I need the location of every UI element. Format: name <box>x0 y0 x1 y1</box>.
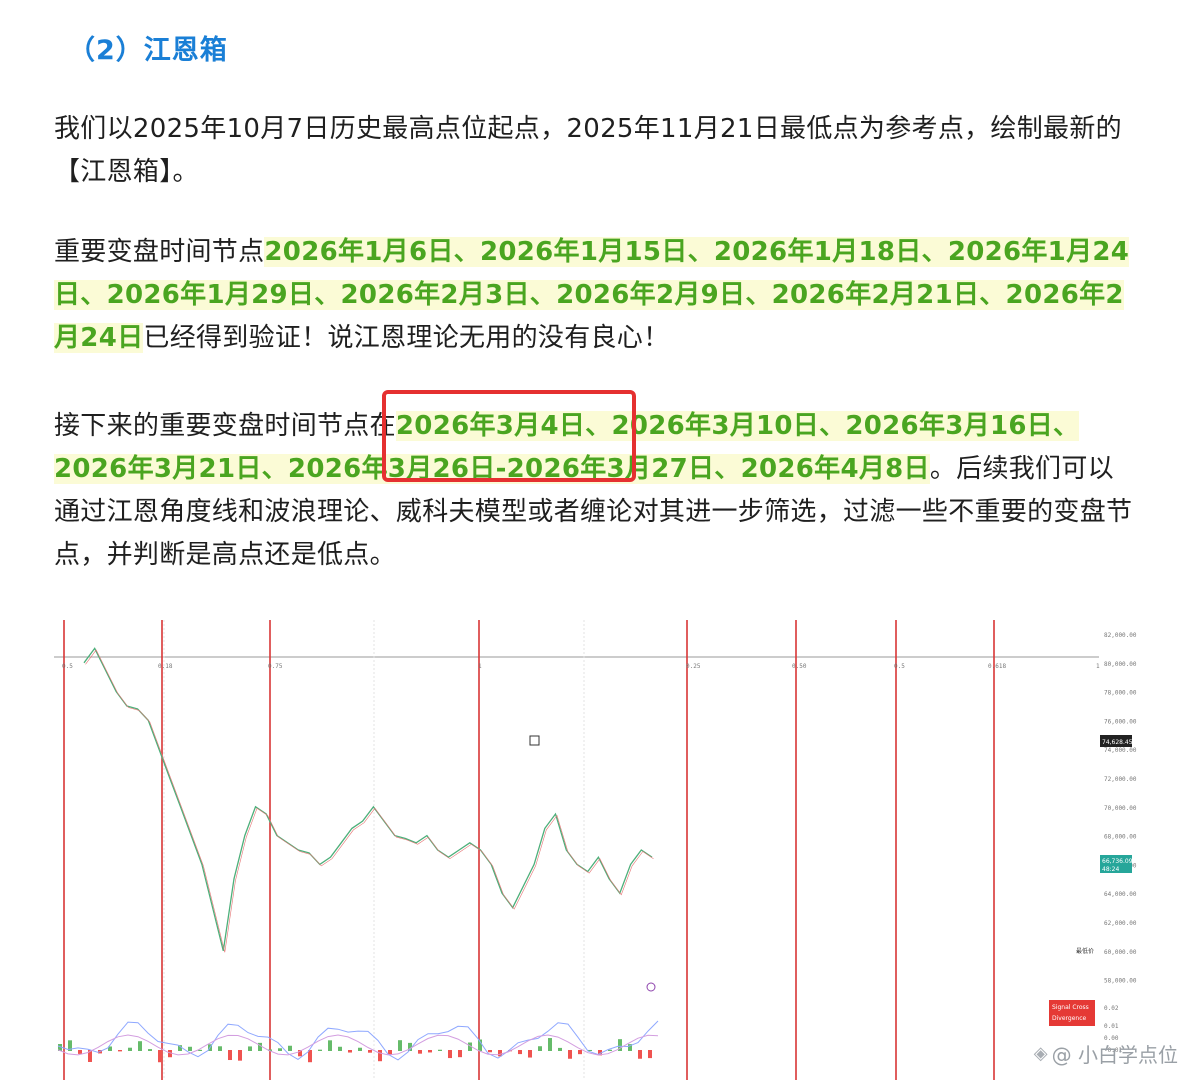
paragraph-verified-nodes: 重要变盘时间节点2026年1月6日、2026年1月15日、2026年1月18日、… <box>54 231 1134 360</box>
price-series-line <box>83 647 653 951</box>
osc-bar-47 <box>528 1050 532 1058</box>
top-scale-label-3: 1 <box>478 663 482 670</box>
y-tick-label-7: 68,000.00 <box>1104 834 1137 841</box>
current-price-sub: 48:24 <box>1102 866 1119 873</box>
osc-bar-9 <box>148 1049 152 1051</box>
osc-bar-28 <box>338 1046 342 1051</box>
y-tick-label-2: 78,000.00 <box>1104 690 1137 697</box>
osc-bar-10 <box>158 1050 162 1063</box>
upcoming-prefix: 接下来的重要变盘时间节点在 <box>54 411 396 441</box>
osc-bar-33 <box>388 1050 392 1055</box>
osc-bar-58 <box>638 1050 642 1059</box>
last-price-label: 74,628.45 <box>1102 739 1133 746</box>
paragraph-intro: 我们以2025年10月7日历史最高点位起点，2025年11月21日最低点为参考点… <box>54 114 1122 187</box>
top-scale-label-0: 0.5 <box>62 663 73 670</box>
osc-bar-18 <box>238 1050 242 1061</box>
osc-bar-13 <box>188 1046 192 1051</box>
osc-bar-39 <box>448 1050 452 1059</box>
section-heading: （2）江恩箱 <box>68 35 228 66</box>
top-scale-label-4: 0.25 <box>686 663 701 670</box>
y-tick-label-3: 76,000.00 <box>1104 718 1137 725</box>
watermark-text: @ 小白学点位 <box>1051 1043 1178 1067</box>
osc-bar-8 <box>138 1041 142 1051</box>
osc-bar-43 <box>488 1050 492 1053</box>
chart-marker-circle <box>646 982 656 992</box>
y-tick-label-6: 70,000.00 <box>1104 805 1137 812</box>
current-price-label: 66,736.09 <box>1102 858 1133 865</box>
top-scale-label-8: 1 <box>1096 663 1100 670</box>
osc-bar-16 <box>218 1046 222 1051</box>
osc-bar-30 <box>358 1047 362 1051</box>
highlight-box-annotation <box>382 390 636 482</box>
osc-bar-52 <box>578 1050 582 1055</box>
y-tick-label-1: 80,000.00 <box>1104 661 1137 668</box>
top-scale-label-2: 0.75 <box>268 663 283 670</box>
osc-bar-49 <box>548 1038 552 1051</box>
osc-bar-31 <box>368 1050 372 1053</box>
lowest-price-label: 最低价 <box>1076 947 1094 955</box>
osc-bar-48 <box>538 1046 542 1051</box>
top-scale-label-7: 0.618 <box>988 663 1006 670</box>
osc-bar-19 <box>248 1046 252 1051</box>
y-tick-label-12: 58,000.00 <box>1104 978 1137 985</box>
chart-svg: 0.5 0.18 0.75 1 0.25 0.50 0.5 0.618 1 82,000.00 80… <box>54 620 1137 1080</box>
top-scale-label-1: 0.18 <box>158 663 173 670</box>
osc-bar-46 <box>518 1050 522 1055</box>
osc-bar-26 <box>318 1049 322 1051</box>
osc-bar-7 <box>128 1047 132 1051</box>
y-tick-label-11: 60,000.00 <box>1104 949 1137 956</box>
osc-bar-2 <box>78 1050 82 1054</box>
osc-bar-29 <box>348 1050 352 1053</box>
osc-bar-38 <box>438 1049 442 1051</box>
y-tick-label-10: 62,000.00 <box>1104 920 1137 927</box>
osc-bar-50 <box>558 1047 562 1051</box>
gann-box-chart: 0.5 0.18 0.75 1 0.25 0.50 0.5 0.618 1 82,000.00 80… <box>54 620 1188 1080</box>
y-tick-label-4: 74,000.00 <box>1104 747 1137 754</box>
top-scale-label-6: 0.5 <box>894 663 905 670</box>
osc-bar-17 <box>228 1050 232 1061</box>
signal-label-1: Divergence <box>1052 1015 1086 1022</box>
osc-bar-40 <box>458 1050 462 1058</box>
osc-bar-34 <box>398 1040 402 1051</box>
watermark-logo-icon: ◈ <box>1033 1043 1048 1064</box>
chart-marker-square <box>529 735 540 746</box>
osc-bar-27 <box>328 1040 332 1051</box>
verified-suffix: 已经得到验证！说江恩理论无用的没有良心！ <box>143 323 670 353</box>
verified-prefix: 重要变盘时间节点 <box>54 237 265 267</box>
osc-bar-51 <box>568 1050 572 1059</box>
osc-bar-22 <box>278 1048 282 1051</box>
osc-tick-label-0: 0.02 <box>1104 1005 1119 1012</box>
osc-bar-36 <box>418 1050 422 1054</box>
y-tick-label-9: 64,000.00 <box>1104 891 1137 898</box>
osc-bar-59 <box>648 1050 652 1059</box>
price-series-shadow <box>85 649 654 953</box>
y-tick-label-0: 82,000.00 <box>1104 632 1137 639</box>
osc-bar-23 <box>288 1045 292 1051</box>
osc-tick-label-1: 0.01 <box>1104 1023 1119 1030</box>
osc-bar-37 <box>428 1050 432 1053</box>
osc-bar-6 <box>118 1050 122 1052</box>
osc-bar-55 <box>608 1049 612 1051</box>
osc-bar-32 <box>378 1050 382 1062</box>
watermark: ◈ @ 小白学点位 <box>1034 1039 1178 1068</box>
y-tick-label-5: 72,000.00 <box>1104 776 1137 783</box>
signal-label-0: Signal Cross <box>1052 1004 1089 1011</box>
top-scale-label-5: 0.50 <box>792 663 807 670</box>
